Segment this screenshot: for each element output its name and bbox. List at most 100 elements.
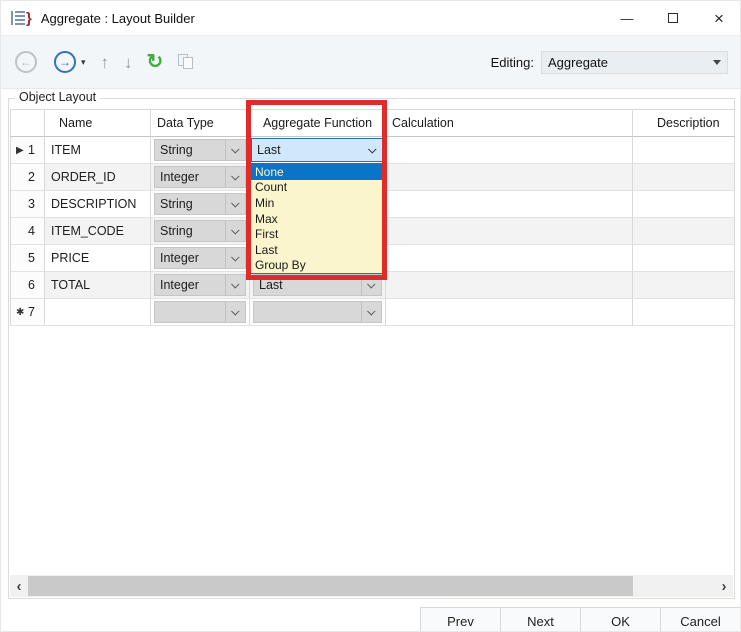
chevron-down-icon [363,139,383,161]
chevron-down-icon [361,302,381,322]
scrollbar-track[interactable] [28,575,715,597]
chevron-down-icon [225,302,245,322]
cell-data-type[interactable]: String [151,191,250,218]
row-indicator: ▶ 1 [11,137,45,164]
forward-button[interactable]: → [54,51,76,73]
header-name[interactable]: Name [45,110,151,137]
data-type-combobox[interactable]: Integer [154,274,246,296]
cell-description[interactable] [633,137,735,164]
scroll-right-icon[interactable]: › [715,575,733,597]
header-aggregate-function[interactable]: Aggregate Function [250,110,386,137]
app-icon: } [11,11,32,26]
data-type-combobox[interactable] [154,301,246,323]
prev-button[interactable]: Prev [420,607,501,632]
copy-icon[interactable] [178,54,195,70]
cell-name[interactable]: TOTAL [45,272,151,299]
maximize-button[interactable] [650,1,696,36]
dropdown-item-min[interactable]: Min [251,195,385,211]
cell-calculation[interactable] [386,299,633,326]
cell-name[interactable]: ITEM_CODE [45,218,151,245]
header-data-type[interactable]: Data Type [151,110,250,137]
data-type-combobox[interactable]: String [154,139,246,161]
aggregate-combobox[interactable]: Last [253,274,382,296]
row-indicator: 4 [11,218,45,245]
chevron-down-icon [225,140,245,160]
refresh-button[interactable]: ↻ [147,52,164,72]
cell-description[interactable] [633,272,735,299]
cell-data-type[interactable]: String [151,218,250,245]
cell-name[interactable]: PRICE [45,245,151,272]
chevron-down-icon [225,167,245,187]
cell-calculation[interactable] [386,191,633,218]
groupbox-title: Object Layout [15,90,100,104]
cell-data-type[interactable] [151,299,250,326]
header-description[interactable]: Description [633,110,735,137]
cell-aggregate[interactable]: Last [250,272,386,299]
cell-name[interactable] [45,299,151,326]
dropdown-item-group-by[interactable]: Group By [251,258,385,274]
move-up-button[interactable]: ↑ [101,54,110,71]
window-title: Aggregate : Layout Builder [41,11,195,26]
row-indicator: 2 [11,164,45,191]
row-indicator: 5 [11,245,45,272]
cell-data-type[interactable]: Integer [151,272,250,299]
dropdown-item-first[interactable]: First [251,226,385,242]
cell-description[interactable] [633,218,735,245]
scroll-left-icon[interactable]: ‹ [10,575,28,597]
cell-description[interactable] [633,245,735,272]
cell-description[interactable] [633,299,735,326]
chevron-down-icon [713,60,721,65]
dropdown-item-count[interactable]: Count [251,180,385,196]
data-type-combobox[interactable]: String [154,220,246,242]
cell-calculation[interactable] [386,164,633,191]
current-row-icon: ▶ [16,145,24,156]
data-type-combobox[interactable]: Integer [154,247,246,269]
cell-description[interactable] [633,164,735,191]
row-indicator: 6 [11,272,45,299]
back-button[interactable]: ← [15,51,37,73]
document-lines-icon [11,11,25,25]
chevron-down-icon [225,194,245,214]
next-button[interactable]: Next [500,607,581,632]
editing-combobox[interactable]: Aggregate [541,51,728,74]
chevron-down-icon [225,221,245,241]
cell-name[interactable]: ITEM [45,137,151,164]
footer-buttons: Prev Next OK Cancel [1,607,741,632]
aggregate-combobox-open[interactable]: Last [251,138,384,162]
layout-builder-dialog: } Aggregate : Layout Builder — × ← → ▾ ↑… [0,0,741,632]
minimize-button[interactable]: — [604,1,650,36]
cell-aggregate[interactable] [250,299,386,326]
cell-data-type[interactable]: Integer [151,245,250,272]
chevron-down-icon [225,275,245,295]
cancel-button[interactable]: Cancel [660,607,741,632]
scrollbar-thumb[interactable] [28,576,633,596]
aggregate-combobox[interactable] [253,301,382,323]
cell-data-type[interactable]: String [151,137,250,164]
chevron-down-icon [361,275,381,295]
cell-name[interactable]: DESCRIPTION [45,191,151,218]
move-down-button[interactable]: ↓ [124,54,133,71]
chevron-down-icon [225,248,245,268]
cell-calculation[interactable] [386,272,633,299]
dropdown-item-max[interactable]: Max [251,211,385,227]
close-button[interactable]: × [696,1,741,36]
cell-description[interactable] [633,191,735,218]
header-calculation[interactable]: Calculation [386,110,633,137]
cell-calculation[interactable] [386,137,633,164]
cell-calculation[interactable] [386,218,633,245]
cell-calculation[interactable] [386,245,633,272]
maximize-icon [668,13,678,23]
forward-dropdown-caret-icon[interactable]: ▾ [81,57,86,68]
new-row-icon: ✱ [16,307,24,318]
data-type-combobox[interactable]: String [154,193,246,215]
row-indicator: ✱ 7 [11,299,45,326]
cell-data-type[interactable]: Integer [151,164,250,191]
horizontal-scrollbar[interactable]: ‹ › [10,575,733,597]
data-type-combobox[interactable]: Integer [154,166,246,188]
cell-aggregate[interactable]: Last [250,137,386,164]
cell-name[interactable]: ORDER_ID [45,164,151,191]
ok-button[interactable]: OK [580,607,661,632]
editing-label: Editing: [491,55,534,70]
dropdown-item-none[interactable]: None [251,164,385,180]
dropdown-item-last[interactable]: Last [251,242,385,258]
